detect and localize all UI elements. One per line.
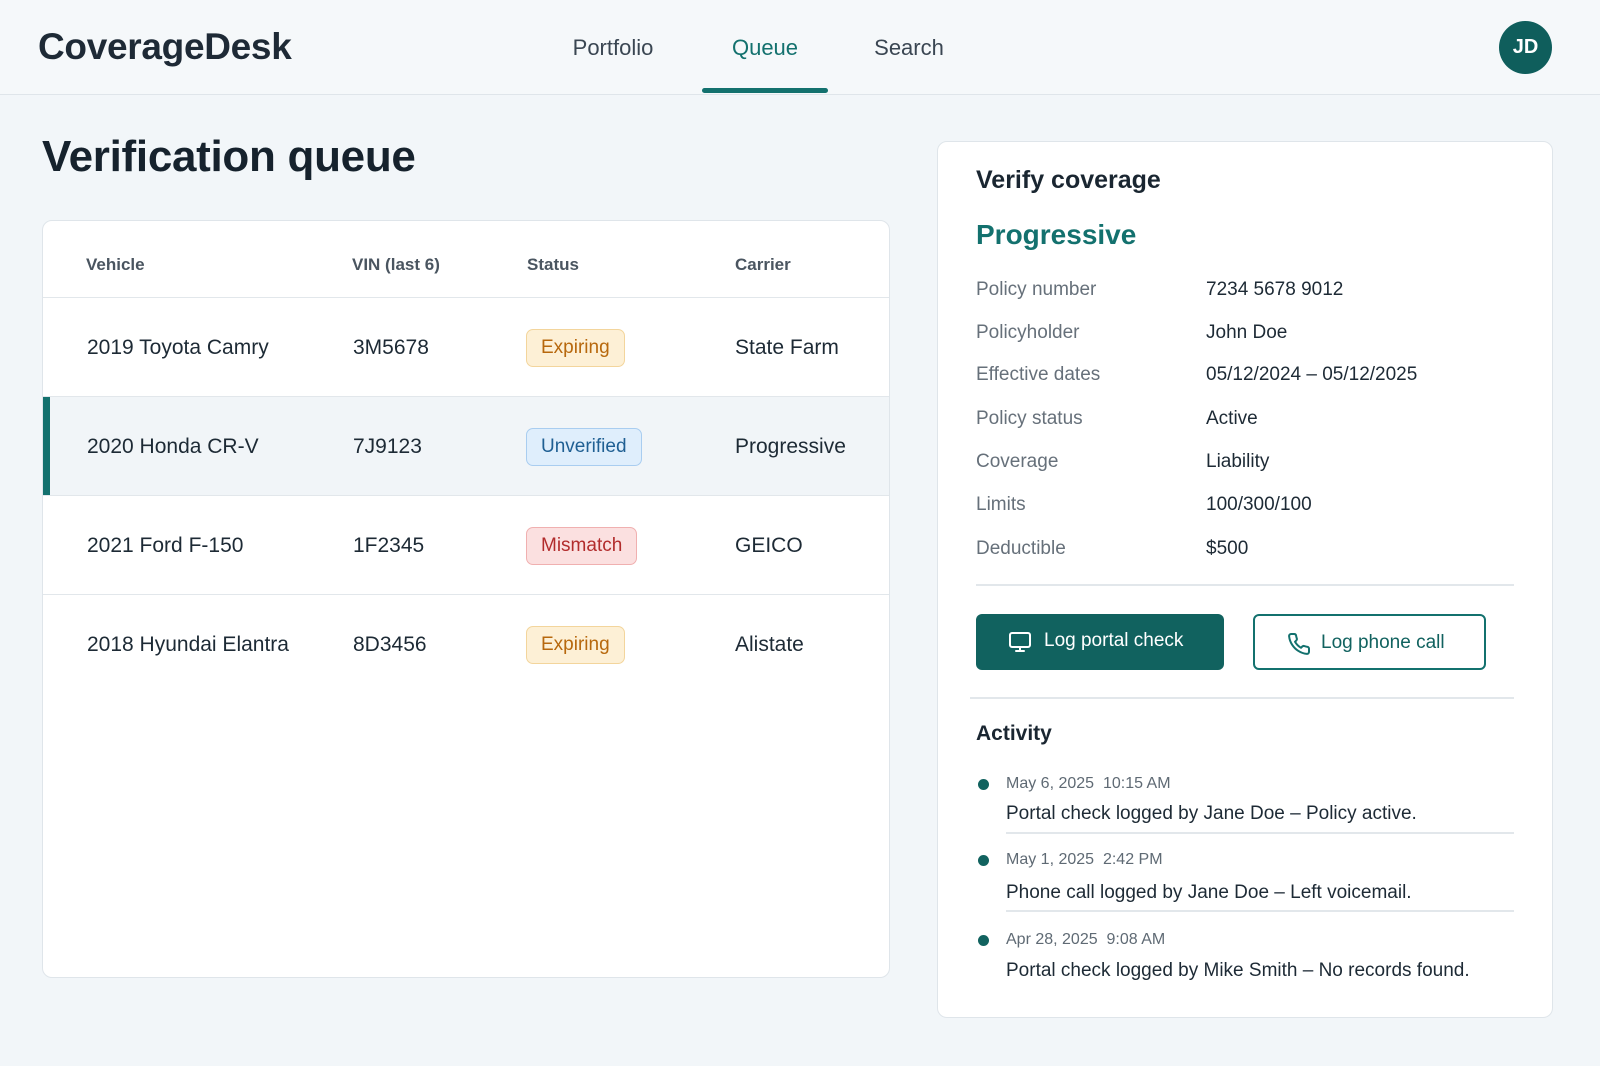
table-row[interactable]: 2020 Honda CR-V 7J9123 Unverified Progre… [43, 397, 889, 496]
column-header-status[interactable]: Status [527, 221, 579, 308]
status-badge: Unverified [526, 428, 642, 466]
carrier-name: Progressive [976, 219, 1137, 250]
carrier-cell: Progressive [735, 435, 846, 458]
status-badge: Expiring [526, 329, 625, 367]
log-portal-check-label: Log portal check [1044, 630, 1184, 651]
vin-cell: 7J9123 [353, 435, 422, 458]
vin-cell: 1F2345 [353, 534, 425, 557]
activity-text: Portal check logged by Jane Doe – Policy… [1006, 803, 1417, 824]
activity-text: Phone call logged by Jane Doe – Left voi… [1006, 882, 1412, 903]
limits-value: 100/300/100 [1206, 494, 1312, 515]
column-header-vehicle[interactable]: Vehicle [86, 221, 145, 308]
vehicle-cell: 2021 Ford F-150 [87, 534, 244, 557]
carrier-cell: State Farm [735, 336, 839, 359]
user-avatar[interactable]: JD [1499, 21, 1552, 74]
carrier-cell: GEICO [735, 534, 803, 557]
table-row[interactable]: 2018 Hyundai Elantra 8D3456 Expiring Ali… [43, 595, 889, 694]
coverage-value: Liability [1206, 451, 1270, 472]
divider [1006, 910, 1514, 912]
effective-dates-value: 05/12/2024 – 05/12/2025 [1206, 364, 1418, 385]
effective-dates-label: Effective dates [976, 364, 1101, 385]
deductible-value: $500 [1206, 538, 1249, 559]
panel-title: Verify coverage [976, 166, 1161, 194]
divider [1006, 832, 1514, 834]
activity-title: Activity [976, 722, 1052, 745]
table-row[interactable]: 2021 Ford F-150 1F2345 Mismatch GEICO [43, 496, 889, 595]
verify-coverage-panel: Verify coverage Progressive Policy numbe… [937, 141, 1553, 1018]
timeline-dot-icon [978, 779, 989, 790]
vehicle-cell: 2020 Honda CR-V [87, 435, 259, 458]
column-header-vin[interactable]: VIN (last 6) [352, 221, 440, 308]
policy-number-value: 7234 5678 9012 [1206, 279, 1344, 300]
nav-portfolio[interactable]: Portfolio [563, 0, 663, 95]
phone-icon [1287, 632, 1311, 662]
top-bar: CoverageDesk Portfolio Queue Search JD [0, 0, 1600, 95]
limits-label: Limits [976, 494, 1026, 515]
nav-search[interactable]: Search [870, 0, 948, 95]
table-header: Vehicle VIN (last 6) Status Carrier [43, 221, 889, 298]
vehicle-cell: 2018 Hyundai Elantra [87, 633, 289, 656]
policy-status-label: Policy status [976, 408, 1083, 429]
status-badge: Expiring [526, 626, 625, 664]
activity-text: Portal check logged by Mike Smith – No r… [1006, 960, 1470, 981]
activity-timestamp: Apr 28, 2025 9:08 AM [1006, 931, 1166, 948]
coverage-label: Coverage [976, 451, 1059, 472]
table-row[interactable]: 2019 Toyota Camry 3M5678 Expiring State … [43, 298, 889, 397]
activity-timestamp: May 6, 2025 10:15 AM [1006, 775, 1171, 792]
carrier-cell: Alistate [735, 633, 804, 656]
policy-status-value: Active [1206, 408, 1258, 429]
deductible-label: Deductible [976, 538, 1066, 559]
column-header-carrier[interactable]: Carrier [735, 221, 791, 308]
divider [976, 584, 1514, 586]
status-badge: Mismatch [526, 527, 638, 565]
log-phone-call-button[interactable]: Log phone call [1253, 614, 1486, 670]
nav-queue[interactable]: Queue [702, 0, 828, 95]
log-phone-call-label: Log phone call [1321, 632, 1445, 653]
vehicle-cell: 2019 Toyota Camry [87, 336, 269, 359]
timeline-dot-icon [978, 935, 989, 946]
vin-cell: 8D3456 [353, 633, 427, 656]
brand-logo[interactable]: CoverageDesk [38, 26, 292, 68]
activity-timestamp: May 1, 2025 2:42 PM [1006, 851, 1163, 868]
vin-cell: 3M5678 [353, 336, 429, 359]
policy-number-label: Policy number [976, 279, 1097, 300]
queue-table: Vehicle VIN (last 6) Status Carrier 2019… [42, 220, 890, 978]
log-portal-check-button[interactable]: Log portal check [976, 614, 1224, 670]
monitor-icon [1008, 630, 1032, 660]
timeline-dot-icon [978, 855, 989, 866]
page-title: Verification queue [42, 132, 416, 181]
policyholder-label: Policyholder [976, 322, 1080, 343]
policyholder-value: John Doe [1206, 322, 1288, 343]
divider [970, 697, 1514, 699]
